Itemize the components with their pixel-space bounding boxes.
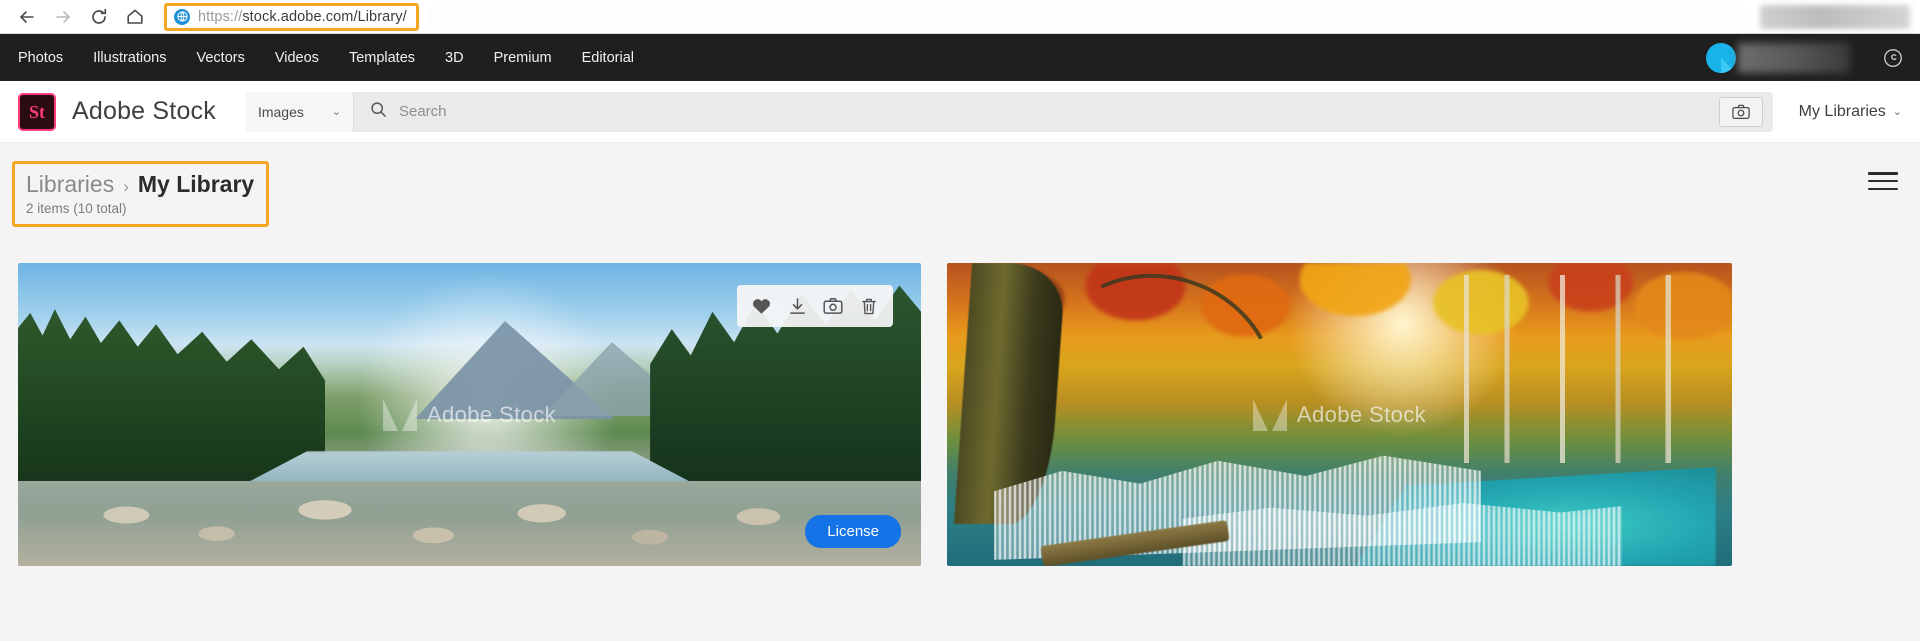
nav-item-editorial[interactable]: Editorial — [582, 50, 634, 66]
camera-icon — [823, 298, 843, 314]
search-bar: Images ⌄ — [245, 91, 1773, 132]
license-button[interactable]: License — [805, 515, 901, 548]
camera-icon — [1731, 104, 1750, 119]
page-title: My Library — [137, 171, 255, 197]
reload-icon — [92, 8, 107, 24]
stock-header: St Adobe Stock Images ⌄ My Libraries ⌄ — [0, 81, 1920, 143]
browser-toolbar: https://stock.adobe.com/Library/ — [0, 0, 1920, 34]
asset-thumbnail[interactable]: Adobe Stock — [947, 263, 1732, 566]
globe-icon — [174, 8, 190, 25]
nav-item-premium[interactable]: Premium — [494, 50, 552, 66]
browser-profile-redacted — [1760, 4, 1910, 29]
visual-search-button[interactable] — [1718, 96, 1763, 127]
search-type-label: Images — [257, 103, 304, 120]
brand-name: Adobe Stock — [72, 97, 216, 125]
omnibox-remainder[interactable] — [426, 2, 1750, 31]
download-button[interactable] — [779, 288, 815, 324]
heart-icon — [752, 299, 770, 314]
download-icon — [789, 297, 805, 314]
nav-item-3d[interactable]: 3D — [445, 50, 464, 66]
nav-item-photos[interactable]: Photos — [18, 50, 63, 66]
item-count: 2 items (10 total) — [26, 201, 127, 216]
reload-button[interactable] — [82, 2, 116, 32]
home-icon — [127, 9, 143, 24]
breadcrumb-separator: › — [123, 177, 129, 196]
breadcrumb: Libraries › My Library 2 items (10 total… — [12, 161, 270, 227]
home-button[interactable] — [118, 2, 152, 32]
asset-card-autumn-waterfall[interactable]: Adobe Stock — [947, 263, 1732, 566]
trash-icon — [862, 298, 876, 314]
back-button[interactable] — [10, 2, 44, 32]
avatar[interactable] — [1706, 42, 1736, 73]
url-path: stock.adobe.com/Library/ — [242, 8, 407, 25]
url-scheme: https:// — [198, 8, 243, 25]
asset-grid: Adobe Stock License Adobe Stock — [18, 263, 1732, 566]
breadcrumb-libraries[interactable]: Libraries — [26, 171, 114, 198]
adobe-stock-logo-icon: St — [18, 92, 56, 131]
chevron-down-icon: ⌄ — [1892, 106, 1902, 118]
nav-item-videos[interactable]: Videos — [275, 50, 319, 66]
visual-similar-button[interactable] — [815, 288, 851, 324]
breadcrumb-trail: Libraries › My Library — [26, 171, 254, 198]
my-libraries-label: My Libraries — [1798, 102, 1886, 120]
back-arrow-icon — [20, 10, 34, 23]
chevron-down-icon: ⌄ — [331, 106, 341, 118]
favorite-button[interactable] — [743, 288, 779, 324]
forward-arrow-icon — [56, 10, 70, 23]
asset-action-toolbar — [737, 285, 893, 327]
address-bar-text: https://stock.adobe.com/Library/ — [198, 9, 407, 25]
nav-item-vectors[interactable]: Vectors — [197, 50, 245, 66]
search-field — [354, 101, 1719, 123]
nav-item-illustrations[interactable]: Illustrations — [93, 50, 166, 66]
search-icon — [370, 101, 387, 123]
hamburger-menu-icon[interactable] — [1868, 169, 1898, 193]
autumn-waterfall-photo — [947, 263, 1732, 566]
address-bar[interactable]: https://stock.adobe.com/Library/ — [164, 2, 419, 31]
global-nav: Photos Illustrations Vectors Videos Temp… — [0, 34, 1920, 81]
delete-button[interactable] — [851, 288, 887, 324]
username-redacted — [1738, 42, 1850, 73]
nav-item-templates[interactable]: Templates — [349, 50, 415, 66]
global-nav-right — [1706, 34, 1920, 81]
forward-button[interactable] — [46, 2, 80, 32]
asset-card-mountain-river[interactable]: Adobe Stock License — [18, 263, 921, 566]
library-page: Libraries › My Library 2 items (10 total… — [0, 143, 1920, 641]
brand-logo-group[interactable]: St Adobe Stock — [18, 92, 216, 131]
search-type-dropdown[interactable]: Images ⌄ — [245, 91, 354, 132]
my-libraries-menu[interactable]: My Libraries ⌄ — [1799, 103, 1902, 121]
creative-cloud-icon[interactable] — [1880, 45, 1906, 71]
search-input[interactable] — [398, 103, 1719, 120]
